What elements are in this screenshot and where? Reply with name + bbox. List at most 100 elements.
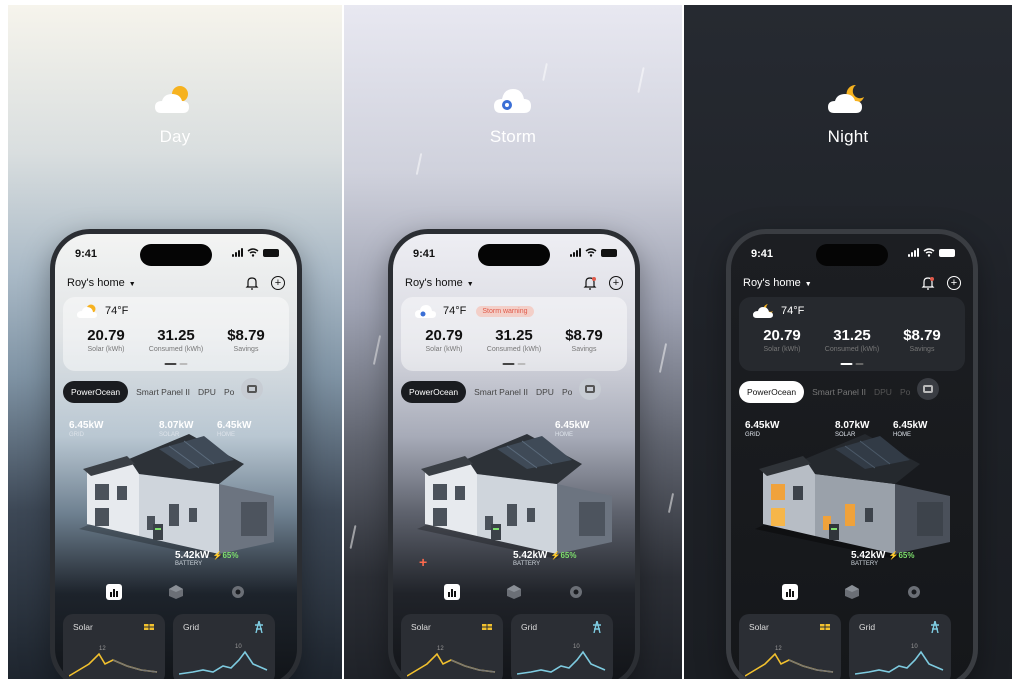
tab-powerocean[interactable]: PowerOcean bbox=[739, 381, 805, 403]
stats-row: 20.79 Solar (kWh) 31.25 Consumed (kWh) $8.… bbox=[409, 327, 619, 353]
house-illustration bbox=[79, 434, 274, 559]
bell-alert-icon[interactable] bbox=[583, 276, 597, 290]
add-device-button[interactable]: + bbox=[609, 276, 623, 290]
stat-value: 31.25 bbox=[833, 327, 871, 344]
sun-behind-cloud-icon bbox=[77, 304, 97, 318]
stat-solar: 20.79 Solar (kWh) bbox=[71, 327, 141, 353]
home-selector[interactable]: Roy's home ▼ bbox=[405, 277, 474, 289]
tab-po[interactable]: Po bbox=[224, 387, 234, 397]
storm-cloud-icon bbox=[494, 89, 531, 113]
wifi-icon bbox=[585, 248, 597, 257]
stat-label: Solar (kWh) bbox=[763, 346, 801, 353]
signal-icon bbox=[232, 248, 243, 257]
device-grid-button[interactable] bbox=[917, 378, 939, 400]
stat-consumed: 31.25 Consumed (kWh) bbox=[817, 327, 887, 353]
cube-icon[interactable] bbox=[844, 584, 860, 600]
chart-icon[interactable] bbox=[106, 584, 122, 600]
stat-value: 20.79 bbox=[763, 327, 801, 344]
stat-savings: $8.79 Savings bbox=[211, 327, 281, 353]
chart-icon[interactable] bbox=[444, 584, 460, 600]
stat-label: Savings bbox=[909, 346, 935, 353]
transmission-tower-icon bbox=[255, 621, 263, 633]
gear-icon[interactable] bbox=[230, 584, 246, 600]
scene-label: Day bbox=[159, 127, 191, 146]
battery-icon bbox=[939, 248, 955, 257]
tab-dpu[interactable]: DPU bbox=[198, 387, 216, 397]
metric-battery: 5.42kW ⚡65% BATTERY bbox=[175, 550, 238, 567]
phone-screen: 9:41 Roy's home ▼ + 74°F bbox=[731, 234, 973, 679]
stat-consumed: 31.25 Consumed (kWh) bbox=[141, 327, 211, 353]
battery-percent-value: 65% bbox=[560, 551, 577, 560]
card-title: Solar bbox=[749, 622, 769, 632]
gear-icon[interactable] bbox=[568, 584, 584, 600]
cube-icon[interactable] bbox=[506, 584, 522, 600]
summary-card: 74°F Storm warning 20.79 Solar (kWh) 31.2… bbox=[401, 297, 627, 371]
grid-icon bbox=[923, 385, 933, 393]
home-actions: + bbox=[245, 276, 285, 290]
add-device-button[interactable]: + bbox=[271, 276, 285, 290]
grid-card[interactable]: Grid 10 bbox=[173, 614, 275, 679]
home-selector[interactable]: Roy's home ▼ bbox=[67, 277, 136, 289]
transmission-tower-icon bbox=[931, 621, 939, 633]
grid-sparkline bbox=[855, 650, 944, 675]
home-selector[interactable]: Roy's home ▼ bbox=[743, 277, 812, 289]
home-name: Roy's home bbox=[67, 277, 125, 289]
summary-card: 74°F 20.79 Solar (kWh) 31.25 Consumed (kWh… bbox=[739, 297, 965, 371]
grid-icon bbox=[585, 385, 595, 393]
status-time: 9:41 bbox=[413, 248, 436, 260]
home-header: Roy's home ▼ + bbox=[743, 276, 961, 290]
dynamic-island bbox=[478, 244, 550, 266]
bottom-nav bbox=[393, 584, 635, 600]
stat-value: 31.25 bbox=[157, 327, 195, 344]
summary-card: 74°F 20.79 Solar (kWh) 31.25 Consumed (kWh… bbox=[63, 297, 289, 371]
gear-icon[interactable] bbox=[906, 584, 922, 600]
weather-row: 74°F bbox=[77, 303, 128, 319]
add-device-button[interactable]: + bbox=[947, 276, 961, 290]
tab-dpu[interactable]: DPU bbox=[874, 387, 892, 397]
grid-card[interactable]: Grid 10 bbox=[511, 614, 613, 679]
wifi-icon bbox=[247, 248, 259, 257]
raindrop bbox=[372, 335, 382, 365]
solar-panel-icon bbox=[144, 624, 154, 630]
grid-sparkline bbox=[517, 650, 606, 675]
home-header: Roy's home ▼ + bbox=[67, 276, 285, 290]
bell-alert-icon[interactable] bbox=[921, 276, 935, 290]
pager-dots bbox=[840, 363, 864, 365]
battery-percent-value: 65% bbox=[898, 551, 915, 560]
raindrop bbox=[415, 153, 423, 175]
device-grid-button[interactable] bbox=[241, 378, 263, 400]
cube-icon[interactable] bbox=[168, 584, 184, 600]
stat-value: $8.79 bbox=[227, 327, 265, 344]
solar-card[interactable]: Solar 12 bbox=[401, 614, 503, 679]
tab-po[interactable]: Po bbox=[900, 387, 910, 397]
device-grid-button[interactable] bbox=[579, 378, 601, 400]
raindrop bbox=[542, 62, 548, 82]
metric-label: BATTERY bbox=[851, 561, 879, 567]
solar-sparkline bbox=[745, 652, 834, 677]
chart-icon[interactable] bbox=[782, 584, 798, 600]
stat-savings: $8.79 Savings bbox=[887, 327, 957, 353]
card-title: Grid bbox=[183, 622, 200, 632]
tab-po[interactable]: Po bbox=[562, 387, 572, 397]
solar-card[interactable]: Solar 12 bbox=[63, 614, 165, 679]
metric-label: BATTERY bbox=[175, 561, 203, 567]
weather-row: 74°F bbox=[753, 303, 804, 319]
grid-card[interactable]: Grid 10 bbox=[849, 614, 951, 679]
tab-dpu[interactable]: DPU bbox=[536, 387, 554, 397]
home-header: Roy's home ▼ + bbox=[405, 276, 623, 290]
transmission-tower-icon bbox=[593, 621, 601, 633]
house-illustration bbox=[417, 434, 612, 559]
tab-smart-panel[interactable]: Smart Panel II bbox=[812, 387, 866, 397]
dynamic-island bbox=[816, 244, 888, 266]
metric-label: BATTERY bbox=[513, 561, 541, 567]
tab-powerocean[interactable]: PowerOcean bbox=[63, 381, 129, 403]
tab-smart-panel[interactable]: Smart Panel II bbox=[136, 387, 190, 397]
solar-sparkline bbox=[69, 652, 158, 677]
status-time: 9:41 bbox=[75, 248, 98, 260]
tab-smart-panel[interactable]: Smart Panel II bbox=[474, 387, 528, 397]
home-name: Roy's home bbox=[405, 277, 463, 289]
solar-card[interactable]: Solar 12 bbox=[739, 614, 841, 679]
tab-powerocean[interactable]: PowerOcean bbox=[401, 381, 467, 403]
home-actions: + bbox=[921, 276, 961, 290]
bell-icon[interactable] bbox=[245, 276, 259, 290]
